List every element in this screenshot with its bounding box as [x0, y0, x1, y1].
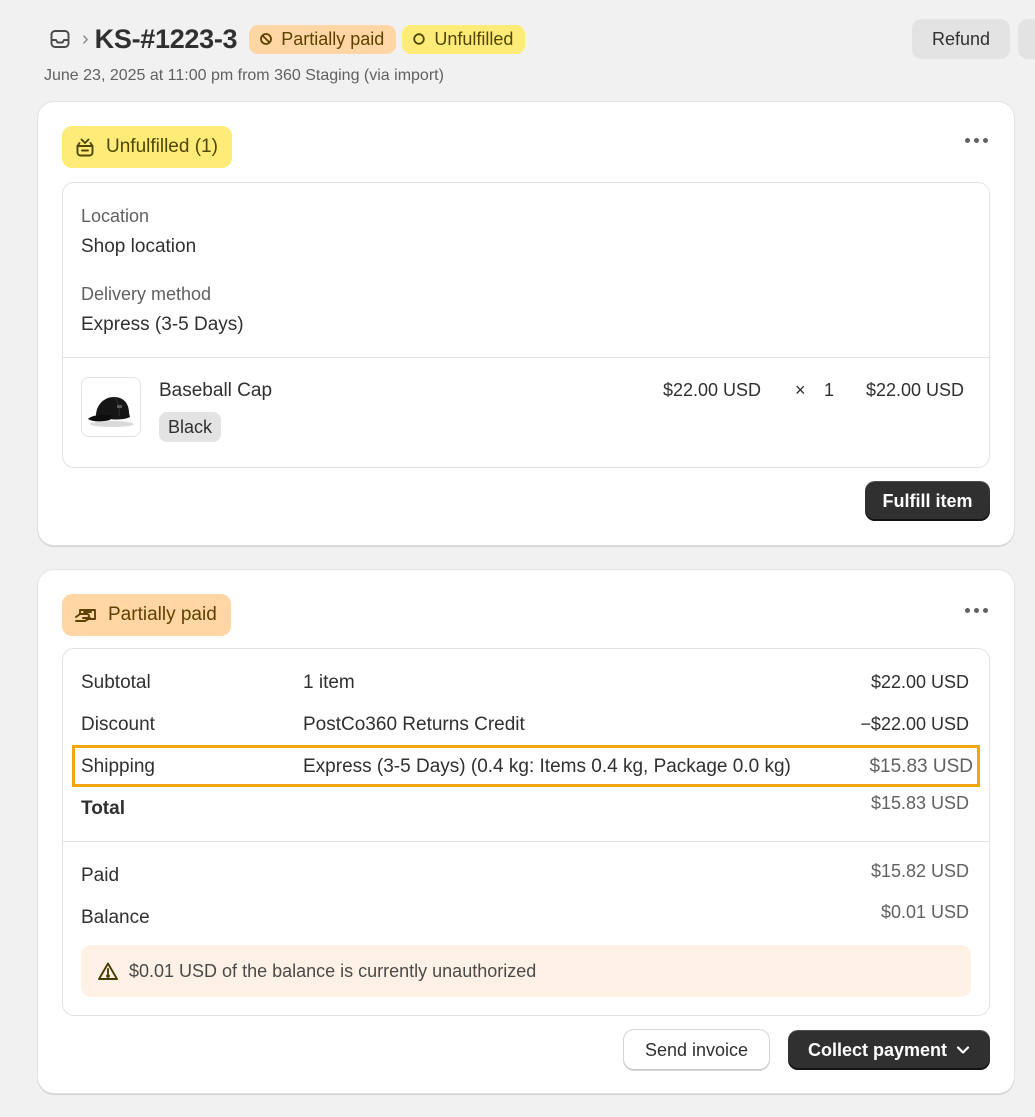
unfulfilled-circle-icon	[412, 32, 426, 46]
shipping-amount: $15.83 USD	[869, 756, 973, 777]
total-label: Total	[81, 798, 125, 819]
fulfillment-details: Location Shop location Delivery method E…	[62, 182, 990, 468]
fulfill-item-button[interactable]: Fulfill item	[865, 481, 990, 521]
unfulfilled-badge-label: Unfulfilled (1)	[106, 136, 218, 157]
collect-payment-label: Collect payment	[807, 1039, 948, 1060]
unauthorized-warning-banner: $0.01 USD of the balance is currently un…	[81, 945, 971, 997]
quantity: 1	[824, 380, 835, 400]
line-total: $22.00 USD	[866, 380, 965, 400]
divider	[63, 841, 989, 842]
order-header: › KS-#1223-3 Partially paid Unfulfilled	[44, 22, 1035, 92]
shipping-label: Shipping	[81, 756, 155, 777]
unfulfilled-box-icon	[74, 136, 96, 158]
fulfillment-status-badge: Unfulfilled	[402, 24, 526, 54]
discount-amount: −$22.00 USD	[860, 714, 969, 734]
fulfillment-status-label: Unfulfilled	[434, 28, 514, 49]
unit-price: $22.00 USD	[663, 380, 762, 400]
order-subtitle: June 23, 2025 at 11:00 pm from 360 Stagi…	[44, 67, 444, 84]
payment-status-badge: Partially paid	[249, 24, 397, 54]
order-title: KS-#1223-3	[94, 23, 238, 54]
delivery-method-value: Express (3-5 Days)	[81, 314, 244, 335]
balance-label: Balance	[81, 907, 150, 928]
send-invoice-button[interactable]: Send invoice	[624, 1030, 769, 1070]
orders-inbox-icon[interactable]	[46, 25, 74, 53]
collect-payment-button[interactable]: Collect payment	[788, 1030, 990, 1070]
variant-badge: Black	[159, 412, 222, 442]
cash-hand-icon	[74, 605, 98, 625]
subtotal-label: Subtotal	[81, 672, 151, 693]
paid-amount: $15.82 USD	[870, 861, 969, 881]
multiply-sign: ×	[795, 380, 806, 400]
divider	[63, 357, 989, 358]
total-amount: $15.83 USD	[870, 793, 969, 813]
fulfillment-card: Unfulfilled (1) Location Shop location D…	[38, 102, 1014, 546]
title-row: › KS-#1223-3 Partially paid Unfulfilled	[44, 22, 1035, 56]
warning-text: $0.01 USD of the balance is currently un…	[129, 960, 537, 981]
partially-paid-badge: Partially paid	[62, 594, 231, 636]
breadcrumb-chevron-icon: ›	[82, 28, 89, 50]
balance-amount: $0.01 USD	[880, 902, 969, 922]
order-details-page: › KS-#1223-3 Partially paid Unfulfilled	[0, 0, 1035, 1117]
refund-button[interactable]: Refund	[912, 19, 1010, 59]
subtotal-desc: 1 item	[303, 672, 355, 693]
unfulfilled-badge: Unfulfilled (1)	[62, 126, 232, 168]
payment-more-icon[interactable]	[965, 608, 988, 613]
more-actions-button[interactable]	[1018, 19, 1035, 59]
location-label: Location	[81, 206, 150, 226]
discount-desc: PostCo360 Returns Credit	[303, 714, 525, 735]
shipping-desc: Express (3-5 Days) (0.4 kg: Items 0.4 kg…	[303, 756, 791, 777]
discount-label: Discount	[81, 714, 155, 735]
product-name[interactable]: Baseball Cap	[159, 380, 272, 402]
partially-paid-icon	[259, 32, 273, 46]
payment-summary: Subtotal 1 item $22.00 USD Discount Post…	[62, 648, 990, 1016]
payment-status-label: Partially paid	[281, 28, 385, 49]
delivery-method-label: Delivery method	[81, 284, 212, 304]
warning-triangle-icon	[97, 961, 119, 981]
chevron-down-icon	[956, 1045, 970, 1055]
location-value: Shop location	[81, 236, 197, 257]
subtotal-amount: $22.00 USD	[870, 672, 969, 692]
paid-label: Paid	[81, 865, 120, 886]
payment-card: Partially paid Subtotal 1 item $22.00 US…	[38, 570, 1014, 1094]
fulfillment-more-icon[interactable]	[965, 138, 988, 143]
product-thumbnail[interactable]	[81, 377, 141, 437]
partially-paid-badge-label: Partially paid	[108, 604, 217, 625]
